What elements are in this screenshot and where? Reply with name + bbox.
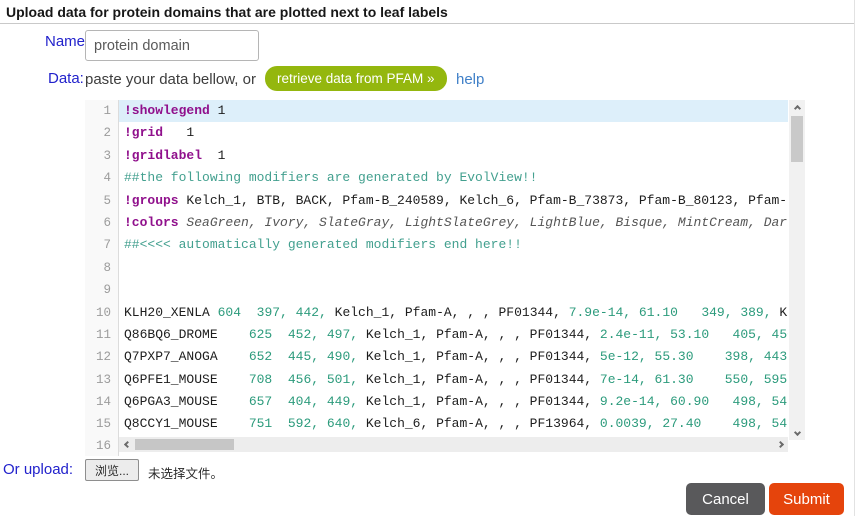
editor-line[interactable]: 15Q8CCY1_MOUSE 751 592, 640, Kelch_6, Pf…	[85, 413, 788, 435]
line-number: 11	[85, 324, 119, 346]
file-status-text: 未选择文件。	[148, 463, 223, 482]
data-hint-text: paste your data bellow, or	[85, 71, 256, 88]
name-input[interactable]	[85, 30, 259, 61]
horizontal-scrollbar[interactable]	[119, 437, 788, 452]
editor-line[interactable]: 3!gridlabel 1	[85, 145, 788, 167]
upload-protein-domain-dialog: Upload data for protein domains that are…	[0, 0, 855, 516]
code-line-text: Q6PFE1_MOUSE 708 456, 501, Kelch_1, Pfam…	[119, 369, 788, 391]
browse-file-button[interactable]: 浏览...	[85, 459, 139, 481]
editor-line[interactable]: 7##<<<< automatically generated modifier…	[85, 234, 788, 256]
horizontal-scroll-thumb[interactable]	[135, 439, 234, 450]
code-line-text: !grid 1	[119, 122, 788, 144]
cancel-button[interactable]: Cancel	[686, 483, 765, 515]
or-upload-label: Or upload:	[3, 461, 73, 478]
line-number: 3	[85, 145, 119, 167]
line-number: 5	[85, 190, 119, 212]
code-line-text: ##the following modifiers are generated …	[119, 167, 788, 189]
editor-line[interactable]: 9	[85, 279, 788, 301]
name-label: Name:	[45, 33, 89, 50]
code-line-text	[119, 279, 788, 301]
code-line-text: !gridlabel 1	[119, 145, 788, 167]
editor-line[interactable]: 11Q86BQ6_DROME 625 452, 497, Kelch_1, Pf…	[85, 324, 788, 346]
line-number: 2	[85, 122, 119, 144]
line-number: 10	[85, 302, 119, 324]
line-number: 8	[85, 257, 119, 279]
editor-line[interactable]: 2!grid 1	[85, 122, 788, 144]
scroll-left-icon[interactable]	[119, 437, 133, 452]
code-line-text: ##<<<< automatically generated modifiers…	[119, 234, 788, 256]
editor-line[interactable]: 10KLH20_XENLA 604 397, 442, Kelch_1, Pfa…	[85, 302, 788, 324]
line-number: 14	[85, 391, 119, 413]
code-line-text: Q8CCY1_MOUSE 751 592, 640, Kelch_6, Pfam…	[119, 413, 788, 435]
code-line-text: !showlegend 1	[119, 100, 788, 122]
code-line-text: Q86BQ6_DROME 625 452, 497, Kelch_1, Pfam…	[119, 324, 788, 346]
editor-line[interactable]: 6!colors SeaGreen, Ivory, SlateGray, Lig…	[85, 212, 788, 234]
editor-bottom-row: 16	[85, 436, 788, 456]
scroll-up-icon[interactable]	[789, 100, 805, 114]
line-number: 6	[85, 212, 119, 234]
help-link[interactable]: help	[456, 71, 484, 88]
line-number: 12	[85, 346, 119, 368]
scroll-right-icon[interactable]	[774, 437, 788, 452]
code-line-text: !colors SeaGreen, Ivory, SlateGray, Ligh…	[119, 212, 788, 234]
code-editor[interactable]: 1!showlegend 12!grid 13!gridlabel 14##th…	[85, 100, 805, 456]
code-line-text: !groups Kelch_1, BTB, BACK, Pfam-B_24058…	[119, 190, 788, 212]
vertical-scrollbar[interactable]	[789, 100, 805, 440]
editor-line[interactable]: 14Q6PGA3_MOUSE 657 404, 449, Kelch_1, Pf…	[85, 391, 788, 413]
editor-line[interactable]: 1!showlegend 1	[85, 100, 788, 122]
code-line-text: Q6PGA3_MOUSE 657 404, 449, Kelch_1, Pfam…	[119, 391, 788, 413]
editor-line[interactable]: 8	[85, 257, 788, 279]
code-line-text: KLH20_XENLA 604 397, 442, Kelch_1, Pfam-…	[119, 302, 788, 324]
data-label: Data:	[48, 70, 84, 87]
code-line-text	[119, 257, 788, 279]
line-number: 7	[85, 234, 119, 256]
line-number: 9	[85, 279, 119, 301]
submit-button[interactable]: Submit	[769, 483, 844, 515]
editor-line[interactable]: 13Q6PFE1_MOUSE 708 456, 501, Kelch_1, Pf…	[85, 369, 788, 391]
page-title: Upload data for protein domains that are…	[0, 0, 855, 24]
line-number: 16	[85, 436, 119, 456]
line-number: 1	[85, 100, 119, 122]
line-number: 13	[85, 369, 119, 391]
retrieve-pfam-button[interactable]: retrieve data from PFAM »	[265, 66, 447, 91]
line-number: 15	[85, 413, 119, 435]
line-number: 4	[85, 167, 119, 189]
editor-line[interactable]: 5!groups Kelch_1, BTB, BACK, Pfam-B_2405…	[85, 190, 788, 212]
editor-line[interactable]: 4##the following modifiers are generated…	[85, 167, 788, 189]
editor-line[interactable]: 12Q7PXP7_ANOGA 652 445, 490, Kelch_1, Pf…	[85, 346, 788, 368]
editor-lines: 1!showlegend 12!grid 13!gridlabel 14##th…	[85, 100, 788, 436]
code-line-text: Q7PXP7_ANOGA 652 445, 490, Kelch_1, Pfam…	[119, 346, 788, 368]
vertical-scroll-thumb[interactable]	[791, 116, 803, 162]
scroll-down-icon[interactable]	[789, 426, 805, 440]
